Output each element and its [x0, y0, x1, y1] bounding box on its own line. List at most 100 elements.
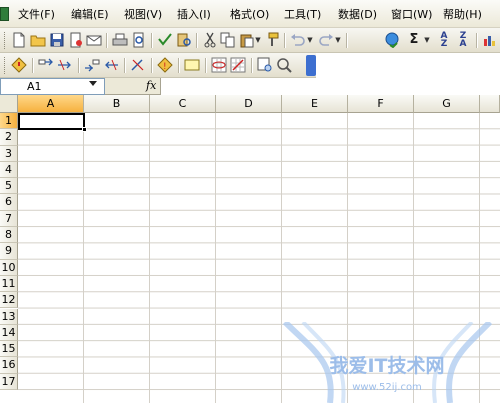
row-header-16[interactable]: 16: [0, 357, 18, 374]
permission-icon[interactable]: [68, 32, 84, 48]
autosum-icon[interactable]: Σ: [406, 32, 422, 48]
email-icon[interactable]: [86, 32, 102, 48]
menu-data[interactable]: 数据(D): [338, 7, 377, 23]
toolbar-separator: [178, 58, 179, 73]
toolbar-grip[interactable]: [4, 57, 7, 74]
undo-dropdown-icon[interactable]: ▼: [306, 32, 314, 48]
row-header-11[interactable]: 11: [0, 275, 18, 293]
row-header-4[interactable]: 4: [0, 161, 18, 179]
column-header-f[interactable]: F: [348, 95, 414, 113]
menu-window[interactable]: 窗口(W): [391, 7, 432, 23]
row-header-5[interactable]: 5: [0, 178, 18, 195]
formula-input[interactable]: [160, 78, 500, 95]
undo-icon[interactable]: [290, 32, 306, 48]
toolbar-options-icon[interactable]: [306, 55, 316, 76]
toolbar-separator: [476, 33, 477, 48]
paste-icon[interactable]: [239, 32, 255, 48]
row-header-9[interactable]: 9: [0, 243, 18, 260]
row-header-3[interactable]: 3: [0, 145, 18, 162]
fill-handle[interactable]: [82, 127, 87, 132]
column-header-e[interactable]: E: [282, 95, 348, 113]
row-header-7[interactable]: 7: [0, 210, 18, 228]
toolbar-separator: [151, 58, 152, 73]
watermark-logo: 我爱IT技术网 www.52ij.com: [282, 322, 493, 403]
toolbar-separator: [32, 58, 33, 73]
hyperlink-icon[interactable]: [385, 32, 401, 48]
new-comment-icon[interactable]: [184, 57, 200, 73]
toolbar-grip[interactable]: [4, 32, 7, 49]
clear-validation-circles-icon[interactable]: [230, 57, 246, 73]
toolbar-separator: [106, 33, 107, 48]
excel-app-icon[interactable]: [0, 7, 9, 21]
open-folder-icon[interactable]: [30, 32, 46, 48]
auditing-toolbar: !: [0, 53, 316, 78]
research-icon[interactable]: [176, 32, 192, 48]
menu-bar: 文件(F) 编辑(E) 视图(V) 插入(I) 格式(O) 工具(T) 数据(D…: [0, 0, 500, 28]
name-box-dropdown-icon[interactable]: [89, 81, 97, 86]
row-header-13[interactable]: 13: [0, 308, 18, 325]
row-header-1[interactable]: 1: [0, 113, 18, 130]
svg-text:!: !: [163, 62, 167, 72]
column-header-g[interactable]: G: [414, 95, 480, 113]
cut-icon[interactable]: [202, 32, 218, 48]
redo-dropdown-icon[interactable]: ▼: [334, 32, 342, 48]
row-header-10[interactable]: 10: [0, 259, 18, 276]
redo-icon[interactable]: [318, 32, 334, 48]
spelling-icon[interactable]: [157, 32, 173, 48]
toolbar-separator: [78, 58, 79, 73]
row-header-12[interactable]: 12: [0, 292, 18, 309]
chart-wizard-icon[interactable]: [482, 32, 498, 48]
menu-tools[interactable]: 工具(T): [284, 7, 321, 23]
name-box-value: A1: [27, 80, 42, 93]
row-header-17[interactable]: 17: [0, 373, 18, 390]
menu-view[interactable]: 视图(V): [124, 7, 162, 23]
menu-file[interactable]: 文件(F): [18, 7, 55, 23]
standard-toolbar: ▼ ▼ ▼ Σ ▼ AZ ZA: [0, 28, 500, 53]
menu-help[interactable]: 帮助(H): [443, 7, 482, 23]
formula-bar: A1 fx: [0, 78, 500, 95]
copy-icon[interactable]: [220, 32, 236, 48]
toolbar-separator: [205, 58, 206, 73]
menu-edit[interactable]: 编辑(E): [71, 7, 109, 23]
select-all-corner[interactable]: [0, 95, 18, 113]
row-headers: 1 2 3 4 5 6 7 8 9 10 11 12 13 14 15 16 17: [0, 113, 18, 403]
active-cell-a1[interactable]: [18, 113, 85, 130]
column-header-partial[interactable]: [480, 95, 500, 113]
row-header-6[interactable]: 6: [0, 194, 18, 211]
row-header-2[interactable]: 2: [0, 129, 18, 146]
print-icon[interactable]: [112, 32, 128, 48]
paste-dropdown-icon[interactable]: ▼: [254, 32, 262, 48]
watermark-title: 我爱IT技术网: [329, 354, 444, 377]
menu-format[interactable]: 格式(O): [230, 7, 269, 23]
sort-ascending-icon[interactable]: AZ: [436, 32, 452, 49]
show-watch-window-icon[interactable]: [257, 57, 273, 73]
row-header-15[interactable]: 15: [0, 341, 18, 358]
column-header-a[interactable]: A: [18, 95, 84, 113]
remove-all-arrows-icon[interactable]: [130, 57, 146, 73]
trace-precedents-icon[interactable]: [38, 57, 54, 73]
toolbar-separator: [346, 33, 347, 48]
toolbar-separator: [284, 33, 285, 48]
toolbar-separator: [196, 33, 197, 48]
row-header-14[interactable]: 14: [0, 324, 18, 342]
print-preview-icon[interactable]: [131, 32, 147, 48]
watermark-url: www.52ij.com: [352, 382, 422, 393]
error-checking-icon[interactable]: [11, 57, 27, 73]
new-document-icon[interactable]: [11, 32, 27, 48]
circle-invalid-data-icon[interactable]: [211, 57, 227, 73]
column-header-d[interactable]: D: [216, 95, 282, 113]
save-icon[interactable]: [49, 32, 65, 48]
insert-function-button[interactable]: fx: [146, 78, 158, 95]
evaluate-formula-icon[interactable]: [276, 57, 292, 73]
sort-descending-icon[interactable]: ZA: [455, 32, 471, 49]
autosum-dropdown-icon[interactable]: ▼: [423, 32, 431, 48]
trace-dependents-icon[interactable]: [84, 57, 100, 73]
column-header-b[interactable]: B: [84, 95, 150, 113]
column-header-c[interactable]: C: [150, 95, 216, 113]
format-painter-icon[interactable]: [264, 32, 280, 48]
trace-error-icon[interactable]: !: [157, 57, 173, 73]
menu-insert[interactable]: 插入(I): [177, 7, 211, 23]
remove-precedent-arrows-icon[interactable]: [57, 57, 73, 73]
row-header-8[interactable]: 8: [0, 227, 18, 244]
remove-dependent-arrows-icon[interactable]: [103, 57, 119, 73]
